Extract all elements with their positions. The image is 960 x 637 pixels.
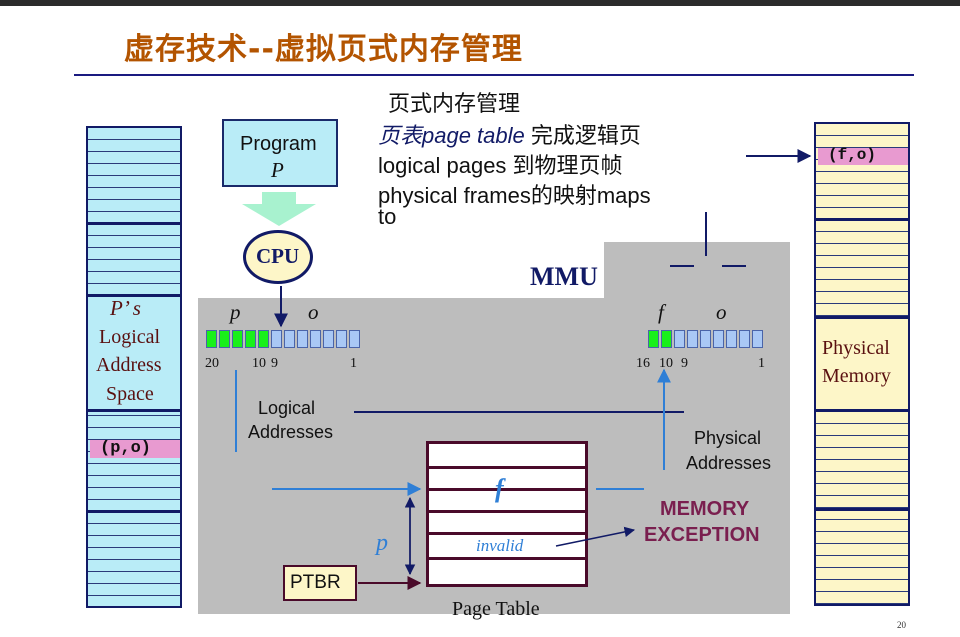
invalid-to-exception-arrow xyxy=(555,526,636,547)
program-to-cpu-arrow xyxy=(242,192,316,226)
connector-layer xyxy=(235,149,812,590)
